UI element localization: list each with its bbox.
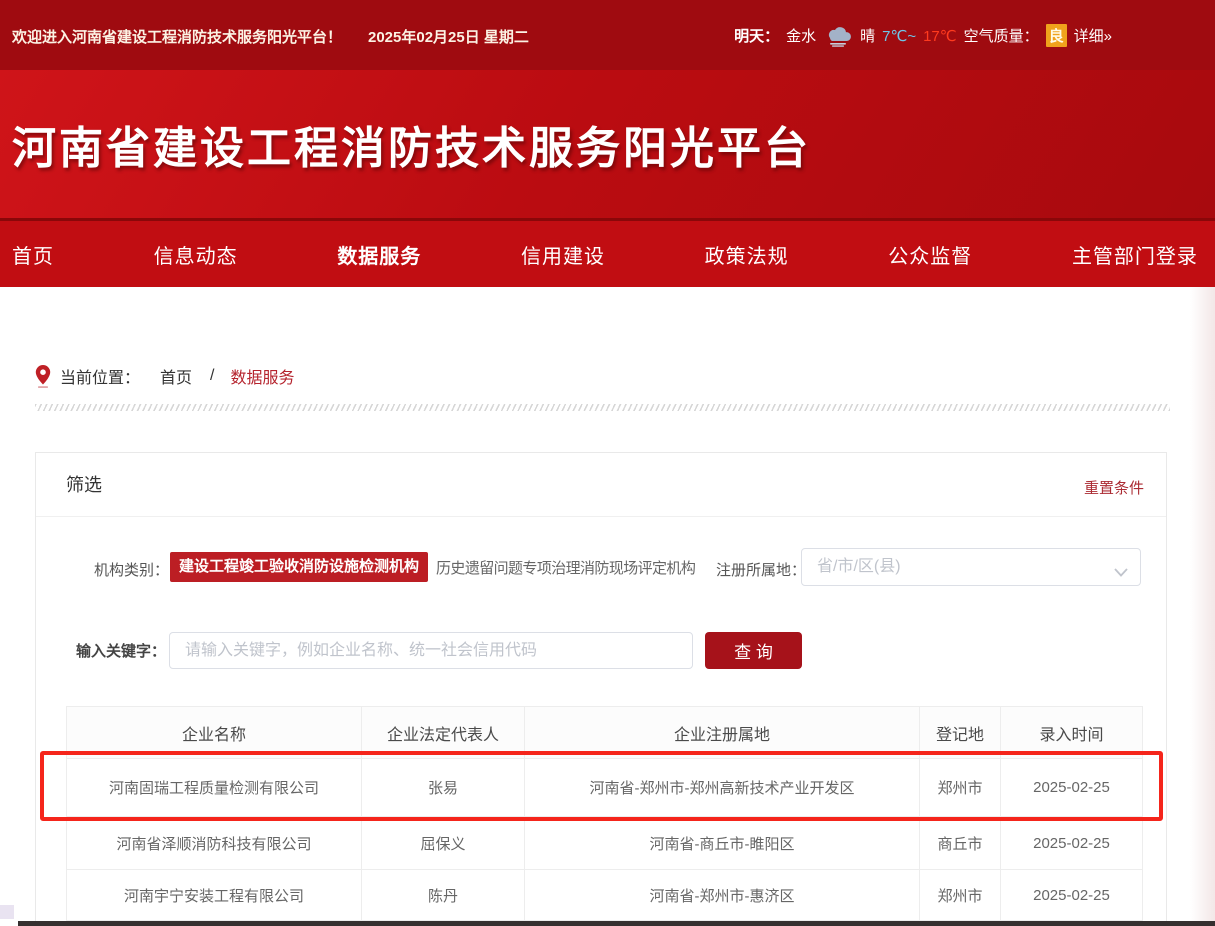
- cell-company-name: 河南宇宁安装工程有限公司: [67, 870, 362, 921]
- cell-registered-location: 河南省-商丘市-睢阳区: [525, 817, 920, 870]
- table-row[interactable]: 河南固瑞工程质量检测有限公司 张易 河南省-郑州市-郑州高新技术产业开发区 郑州…: [67, 759, 1143, 817]
- region-select[interactable]: 省/市/区(县): [801, 548, 1141, 586]
- keyword-label: 输入关键字：: [76, 640, 166, 661]
- category-chip-assessment-org[interactable]: 历史遗留问题专项治理消防现场评定机构: [436, 557, 695, 578]
- weather-district: 金水: [786, 25, 816, 46]
- corner-artifact: [0, 905, 14, 919]
- nav-item-policy[interactable]: 政策法规: [705, 240, 789, 269]
- category-label: 机构类别：: [94, 559, 169, 580]
- cell-registration-city: 商丘市: [920, 817, 1001, 870]
- current-date: 2025年02月25日 星期二: [368, 26, 529, 47]
- cell-registered-location: 河南省-郑州市-惠济区: [525, 870, 920, 921]
- main-nav: 首页 信息动态 数据服务 信用建设 政策法规 公众监督 主管部门登录: [0, 218, 1215, 287]
- cell-entry-date: 2025-02-25: [1001, 759, 1143, 817]
- welcome-text: 欢迎进入河南省建设工程消防技术服务阳光平台！: [12, 26, 342, 47]
- breadcrumb-separator: /: [210, 367, 214, 385]
- nav-item-supervision[interactable]: 公众监督: [888, 240, 972, 269]
- category-chip-detection-org[interactable]: 建设工程竣工验收消防设施检测机构: [170, 552, 428, 582]
- breadcrumb-current[interactable]: 数据服务: [230, 364, 294, 388]
- weather-detail-link[interactable]: 详细»: [1074, 25, 1112, 46]
- filter-panel-header: 筛选 重置条件: [36, 453, 1166, 517]
- weather-widget: 明天： 金水 晴 7℃~ 17℃ 空气质量： 良 详细»: [734, 24, 1112, 47]
- chevron-down-icon: [1114, 564, 1128, 573]
- col-legal-representative: 企业法定代表人: [362, 707, 525, 759]
- cell-entry-date: 2025-02-25: [1001, 870, 1143, 921]
- cell-company-name: 河南省泽顺消防科技有限公司: [67, 817, 362, 870]
- weather-temp-low: 7℃~: [882, 27, 916, 45]
- cell-registration-city: 郑州市: [920, 870, 1001, 921]
- cell-company-name: 河南固瑞工程质量检测有限公司: [67, 759, 362, 817]
- filter-panel: 筛选 重置条件 机构类别： 建设工程竣工验收消防设施检测机构 历史遗留问题专项治…: [35, 452, 1167, 926]
- cell-entry-date: 2025-02-25: [1001, 817, 1143, 870]
- nav-item-news[interactable]: 信息动态: [154, 240, 238, 269]
- weather-temp-high: 17℃: [923, 27, 957, 45]
- cell-legal-representative: 张易: [362, 759, 525, 817]
- category-options: 建设工程竣工验收消防设施检测机构 历史遗留问题专项治理消防现场评定机构: [170, 548, 695, 586]
- table-row[interactable]: 河南省泽顺消防科技有限公司 屈保义 河南省-商丘市-睢阳区 商丘市 2025-0…: [67, 817, 1143, 870]
- breadcrumb-home-link[interactable]: 首页: [160, 364, 192, 388]
- site-title: 河南省建设工程消防技术服务阳光平台: [12, 112, 811, 176]
- weather-condition: 晴: [860, 25, 875, 46]
- col-entry-date: 录入时间: [1001, 707, 1143, 759]
- filter-title: 筛选: [66, 453, 102, 517]
- cell-registered-location: 河南省-郑州市-郑州高新技术产业开发区: [525, 759, 920, 817]
- table-header-row: 企业名称 企业法定代表人 企业注册属地 登记地 录入时间: [67, 707, 1143, 759]
- breadcrumb-label: 当前位置：: [60, 364, 140, 388]
- table-row[interactable]: 河南宇宁安装工程有限公司 陈丹 河南省-郑州市-惠济区 郑州市 2025-02-…: [67, 870, 1143, 921]
- col-registration-city: 登记地: [920, 707, 1001, 759]
- results-table: 企业名称 企业法定代表人 企业注册属地 登记地 录入时间 河南固瑞工程质量检测有…: [66, 706, 1143, 921]
- reset-conditions-link[interactable]: 重置条件: [1084, 477, 1144, 498]
- cloud-icon: [823, 25, 853, 47]
- region-label: 注册所属地：: [716, 559, 806, 580]
- cell-registration-city: 郑州市: [920, 759, 1001, 817]
- slash-divider: [35, 404, 1170, 411]
- col-registered-location: 企业注册属地: [525, 707, 920, 759]
- weather-tomorrow-label: 明天：: [734, 25, 779, 46]
- footer-edge-strip: [18, 921, 1215, 926]
- air-quality-label: 空气质量：: [964, 25, 1039, 46]
- keyword-input[interactable]: [169, 632, 693, 669]
- cell-legal-representative: 屈保义: [362, 817, 525, 870]
- nav-item-credit[interactable]: 信用建设: [521, 240, 605, 269]
- search-button[interactable]: 查 询: [705, 632, 802, 669]
- nav-item-admin-login[interactable]: 主管部门登录: [1072, 240, 1198, 269]
- nav-item-data-service[interactable]: 数据服务: [337, 240, 421, 269]
- top-info-bar: 欢迎进入河南省建设工程消防技术服务阳光平台！ 2025年02月25日 星期二 明…: [0, 0, 1215, 70]
- air-quality-badge: 良: [1046, 24, 1067, 47]
- location-pin-icon: [35, 365, 51, 388]
- col-company-name: 企业名称: [67, 707, 362, 759]
- page-right-edge: [1190, 287, 1215, 926]
- region-select-placeholder: 省/市/区(县): [802, 549, 1140, 585]
- breadcrumb: 当前位置： 首页 / 数据服务: [35, 364, 295, 388]
- cell-legal-representative: 陈丹: [362, 870, 525, 921]
- site-header: 河南省建设工程消防技术服务阳光平台: [0, 70, 1215, 218]
- nav-item-home[interactable]: 首页: [12, 240, 54, 269]
